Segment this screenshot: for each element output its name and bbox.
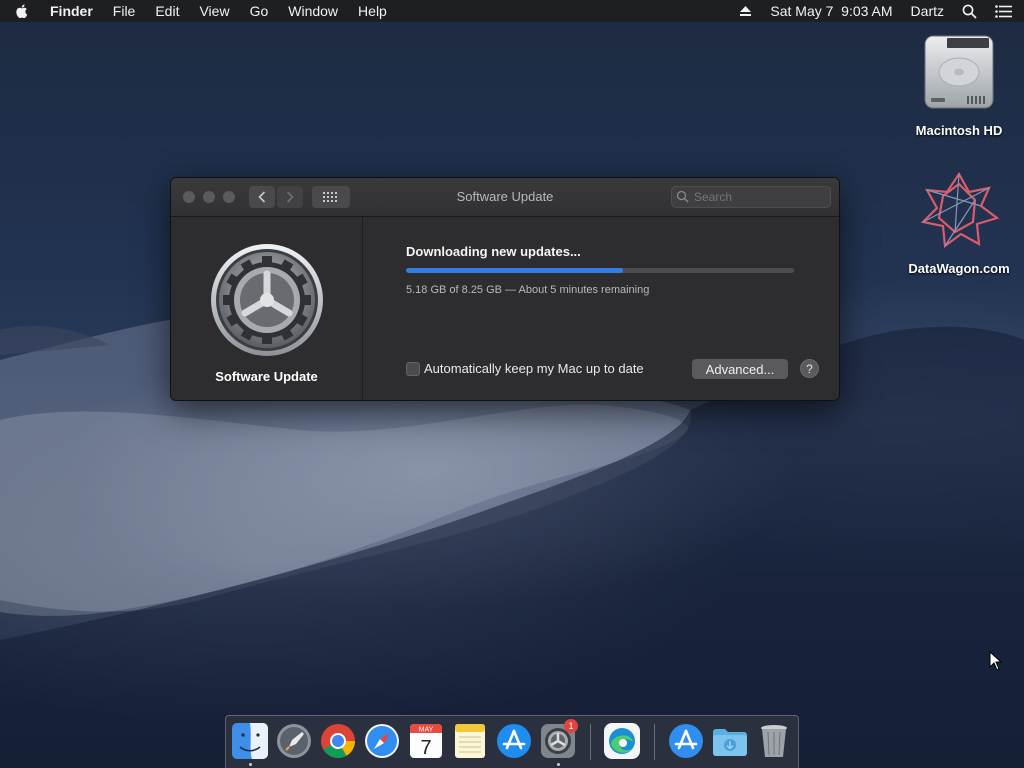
calendar-day: 7 xyxy=(420,737,431,759)
desktop-icon-label: DataWagon.com xyxy=(908,261,1010,276)
window-titlebar[interactable]: Software Update xyxy=(171,178,839,217)
applications-folder-icon[interactable] xyxy=(667,722,705,760)
help-button[interactable]: ? xyxy=(800,359,819,378)
edge-icon[interactable] xyxy=(603,722,641,760)
software-update-window: Software Update Search Software Update D… xyxy=(170,177,840,401)
notification-center-icon[interactable] xyxy=(995,4,1012,18)
menu-extras: Sat May 7 9:03 AM Dartz xyxy=(721,3,1012,19)
chrome-icon[interactable] xyxy=(319,722,357,760)
menu-clock[interactable]: Sat May 7 9:03 AM xyxy=(770,3,892,19)
running-indicator xyxy=(249,763,252,766)
software-update-gear-icon xyxy=(211,244,323,356)
download-detail: 5.18 GB of 8.25 GB — About 5 minutes rem… xyxy=(406,284,650,296)
downloads-folder-icon[interactable] xyxy=(711,722,749,760)
running-indicator xyxy=(557,763,560,766)
hard-drive-icon xyxy=(924,35,994,109)
menu-view[interactable]: View xyxy=(199,3,229,19)
eject-icon[interactable] xyxy=(739,5,752,17)
download-progress-bar xyxy=(406,268,794,273)
notes-icon[interactable] xyxy=(451,722,489,760)
update-content: Downloading new updates... 5.18 GB of 8.… xyxy=(363,217,839,400)
calendar-month: MAY xyxy=(419,727,434,734)
safari-icon[interactable] xyxy=(363,722,401,760)
badge-count: 1 xyxy=(568,721,574,731)
sidebar-panel: Software Update xyxy=(171,217,363,400)
menu-bar: Finder File Edit View Go Window Help Sat… xyxy=(0,0,1024,22)
menu-go[interactable]: Go xyxy=(250,3,269,19)
menu-help[interactable]: Help xyxy=(358,3,387,19)
mouse-cursor-icon xyxy=(989,651,1003,671)
menu-edit[interactable]: Edit xyxy=(155,3,179,19)
auto-update-checkbox[interactable] xyxy=(406,362,420,376)
download-progress-fill xyxy=(406,268,624,273)
trash-icon[interactable] xyxy=(755,722,793,760)
apple-icon[interactable] xyxy=(14,3,28,19)
launchpad-icon[interactable] xyxy=(275,722,313,760)
menu-file[interactable]: File xyxy=(113,3,136,19)
datawagon-logo-icon xyxy=(920,171,1000,249)
download-status: Downloading new updates... xyxy=(406,244,581,259)
search-input[interactable] xyxy=(671,186,831,208)
menu-app-finder[interactable]: Finder xyxy=(50,3,93,19)
dock: MAY 7 1 xyxy=(225,715,799,768)
search-icon xyxy=(676,190,689,203)
app-store-icon[interactable] xyxy=(495,722,533,760)
notification-badge: 1 xyxy=(564,719,578,733)
menu-window[interactable]: Window xyxy=(288,3,338,19)
dock-separator xyxy=(590,724,591,760)
calendar-icon[interactable]: MAY 7 xyxy=(407,722,445,760)
finder-icon[interactable] xyxy=(231,722,269,760)
desktop-icon-datawagon[interactable]: DataWagon.com xyxy=(904,170,1014,276)
desktop-icon-macintosh-hd[interactable]: Macintosh HD xyxy=(904,32,1014,138)
advanced-button[interactable]: Advanced... xyxy=(692,359,788,379)
menu-user[interactable]: Dartz xyxy=(911,3,944,19)
sidebar-title: Software Update xyxy=(215,369,318,384)
dock-separator xyxy=(654,724,655,760)
auto-update-label[interactable]: Automatically keep my Mac up to date xyxy=(424,361,644,376)
spotlight-search-icon[interactable] xyxy=(962,4,977,19)
desktop-icon-label: Macintosh HD xyxy=(915,123,1003,138)
